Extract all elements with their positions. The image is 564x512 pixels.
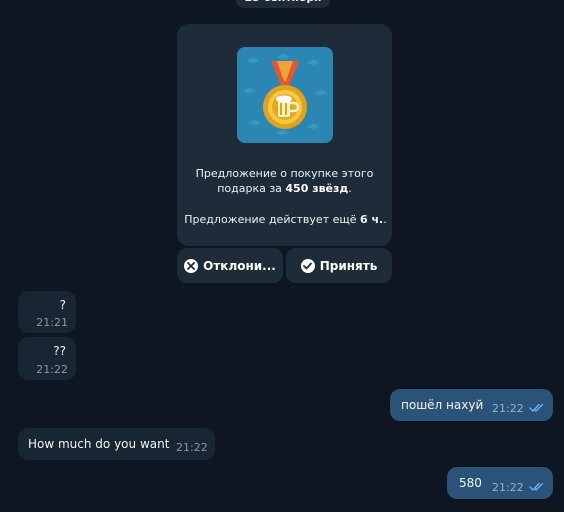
message-incoming[interactable]: ?? 21:22 (18, 337, 76, 380)
message-text: ? (59, 298, 66, 312)
offer-validity-after: . (383, 213, 387, 226)
message-outgoing[interactable]: 580 21:22 (447, 467, 553, 499)
message-time: 21:22 (36, 363, 68, 376)
decline-button[interactable]: Отклони... (177, 248, 283, 283)
accept-label: Принять (319, 258, 378, 273)
date-separator: 25 сентября (236, 0, 330, 8)
message-incoming[interactable]: ? 21:21 (18, 291, 76, 333)
message-text: 580 (459, 476, 482, 490)
check-circle-icon (300, 258, 315, 273)
message-text: ?? (53, 344, 66, 358)
offer-validity-value: 6 ч. (360, 213, 384, 226)
message-time: 21:21 (36, 316, 68, 329)
double-check-icon (529, 403, 544, 412)
close-circle-icon (184, 258, 199, 273)
offer-validity-before: Предложение действует ещё (184, 213, 360, 226)
message-time: 21:22 (492, 402, 524, 415)
message-text: пошёл нахуй (401, 398, 484, 412)
offer-description: Предложение о покупке этого подарка за 4… (187, 166, 382, 196)
gift-offer-card: Предложение о покупке этого подарка за 4… (177, 24, 392, 246)
offer-price: 450 звёзд (285, 182, 349, 195)
gift-thumbnail[interactable] (237, 47, 333, 143)
double-check-icon (529, 482, 544, 491)
message-time: 21:22 (176, 441, 208, 454)
message-text: How much do you want (28, 437, 170, 451)
decline-label: Отклони... (203, 258, 276, 273)
message-time: 21:22 (492, 481, 524, 494)
beer-medal-gift-icon (243, 54, 327, 135)
message-outgoing[interactable]: пошёл нахуй 21:22 (390, 389, 553, 421)
accept-button[interactable]: Принять (286, 248, 392, 283)
offer-text-after: . (348, 182, 352, 195)
message-incoming[interactable]: How much do you want 21:22 (18, 428, 215, 460)
offer-validity: Предложение действует ещё 6 ч.. (183, 213, 388, 226)
